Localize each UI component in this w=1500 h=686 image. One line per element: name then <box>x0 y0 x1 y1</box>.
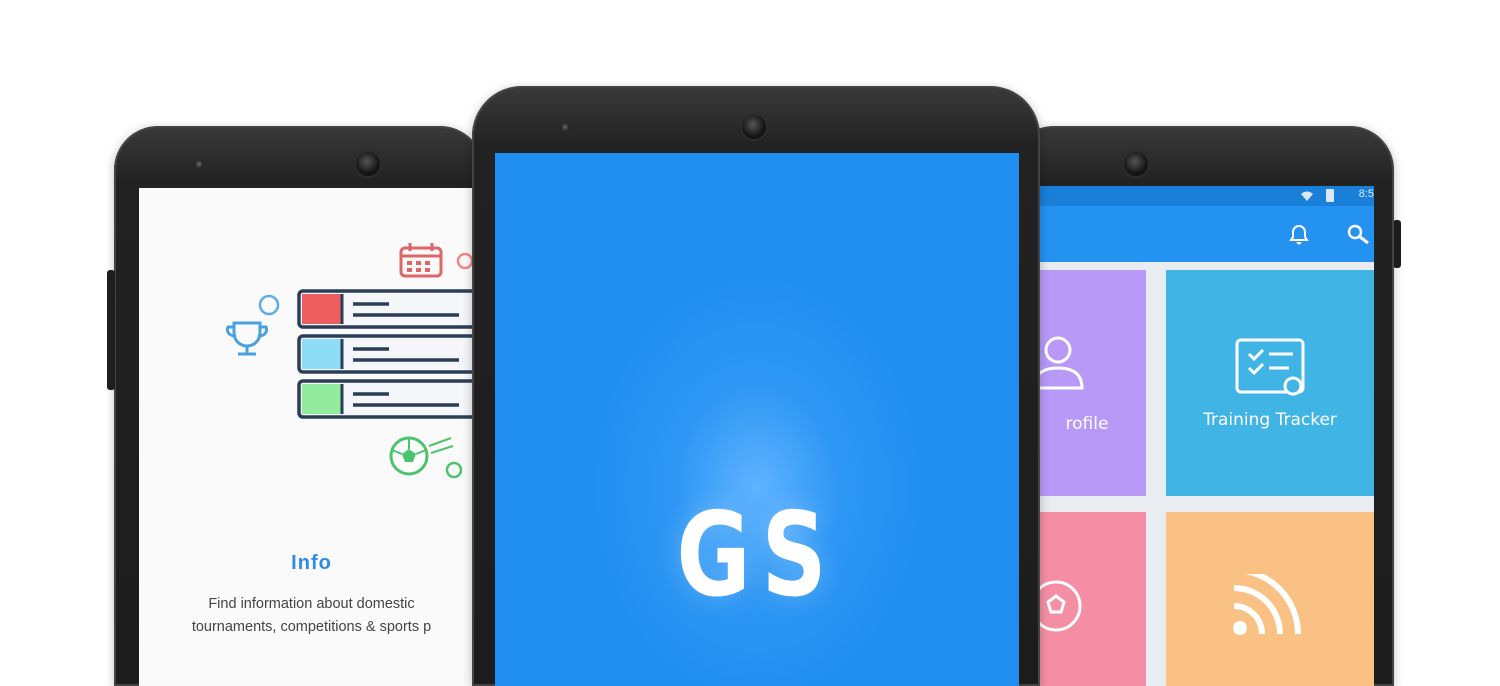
power-button <box>1393 220 1401 268</box>
tile-profile[interactable]: rofile <box>1040 270 1146 496</box>
front-camera <box>1124 152 1148 176</box>
phone-right: 8:5 rofile Training Tracker <box>1010 126 1394 686</box>
list-card <box>297 334 484 374</box>
info-illustration <box>225 243 484 479</box>
volume-button <box>107 270 115 390</box>
soccer-ball-icon <box>1040 580 1082 632</box>
list-card <box>297 379 484 419</box>
trophy-icon <box>225 321 269 356</box>
decor-circle <box>258 294 280 316</box>
app-bar <box>1040 206 1374 262</box>
status-time: 8:5 <box>1358 188 1374 200</box>
info-title: Info <box>291 552 332 574</box>
info-description: Find information about domestic tourname… <box>139 593 484 639</box>
phone-center: GS <box>472 86 1040 686</box>
phone-left: Info Find information about domestic tou… <box>114 126 484 686</box>
status-bar: 8:5 <box>1040 186 1374 206</box>
notification-bell-icon[interactable] <box>1288 223 1310 250</box>
wifi-icon <box>1300 189 1314 201</box>
tile-training-tracker[interactable]: Training Tracker <box>1166 270 1374 496</box>
app-logo: GS <box>676 488 838 623</box>
front-sensor <box>560 123 570 131</box>
info-description-line: Find information about domestic <box>208 596 415 612</box>
tile-news-feed[interactable] <box>1166 512 1374 686</box>
list-card <box>297 289 484 329</box>
search-icon[interactable] <box>1346 223 1370 250</box>
checklist-icon <box>1235 338 1305 396</box>
front-camera <box>356 152 380 176</box>
tile-sports[interactable] <box>1040 512 1146 686</box>
battery-icon <box>1326 189 1334 202</box>
front-camera <box>742 115 766 139</box>
profile-icon <box>1040 336 1084 390</box>
dashboard-screen: 8:5 rofile Training Tracker <box>1040 186 1374 686</box>
decor-circle <box>456 252 474 270</box>
info-description-line: tournaments, competitions & sports p <box>191 619 432 635</box>
soccer-ball-icon <box>389 436 454 476</box>
front-sensor <box>194 160 204 168</box>
calendar-icon <box>399 243 443 278</box>
info-screen: Info Find information about domestic tou… <box>139 188 484 686</box>
splash-screen: GS <box>495 153 1019 686</box>
rss-feed-icon <box>1233 574 1301 635</box>
tile-label: rofile <box>1065 414 1109 434</box>
tile-label: Training Tracker <box>1203 410 1337 430</box>
decor-circle <box>445 461 463 479</box>
